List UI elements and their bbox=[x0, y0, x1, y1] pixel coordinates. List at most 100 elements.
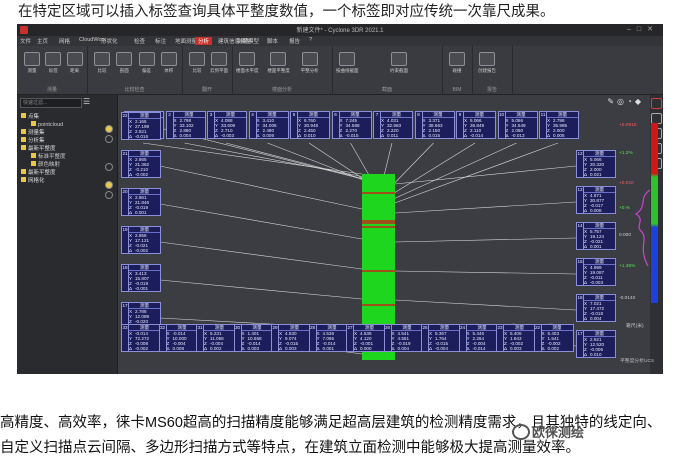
label-index: 26 bbox=[385, 325, 392, 352]
measurement-label[interactable]: 26 测量 X 4.541 Y 4.561 Z -0.019 Δ 0.004 bbox=[383, 324, 424, 353]
measurement-label[interactable]: 2 测量 X 2.798 Y 33.102 Z 2.880 Δ 0.004 bbox=[165, 111, 206, 140]
measurement-label[interactable]: 20 测量 X 2.861 Y 21.846 Z -0.019 Δ 0.001 bbox=[121, 188, 161, 217]
label-index: 4 bbox=[250, 112, 257, 139]
label-value-d: 0.006 bbox=[262, 133, 275, 139]
measurement-label[interactable]: 18 测量 X 3.413 Y 15.807 Z -0.019 Δ -0.001 bbox=[121, 264, 161, 293]
label-value-d: 0.004 bbox=[179, 133, 192, 139]
measurement-label[interactable]: 19 测量 X 2.858 Y 17.121 Z -0.021 Δ -0.002 bbox=[121, 226, 161, 255]
leader-line bbox=[159, 241, 363, 270]
label-index: 22 bbox=[535, 325, 542, 352]
label-index: 8 bbox=[416, 112, 423, 139]
deviation-band bbox=[362, 304, 395, 306]
label-index: 10 bbox=[499, 112, 506, 139]
label-value-d: -0.015 bbox=[345, 133, 359, 139]
measurement-label[interactable]: 7 测量 X 4.031 Y 32.963 Z 2.220 Δ 0.011 bbox=[373, 111, 413, 140]
scale-label: +1.2% bbox=[619, 151, 633, 156]
label-index: 16 bbox=[577, 295, 584, 322]
label-index: 9 bbox=[457, 112, 464, 139]
label-index: 29 bbox=[272, 325, 279, 352]
measurement-label[interactable]: 25 测量 X 5.367 Y 1.764 Z -0.015 Δ -0.004 bbox=[421, 324, 461, 353]
deviation-band bbox=[362, 192, 395, 194]
label-value-d: -0.013 bbox=[511, 133, 525, 139]
measurement-label[interactable]: 8 测量 X 3.371 Y 38.663 Z 2.150 Δ 0.015 bbox=[414, 111, 455, 140]
measurement-label[interactable]: 17 测量 X 2.921 Y 12.520 Z -0.006 Δ 0.010 bbox=[576, 330, 616, 359]
label-value-d: 0.008 bbox=[590, 208, 602, 214]
measurement-label[interactable]: 29 测量 X 4.530 Y 9.074 Z -0.015 Δ 0.003 bbox=[271, 324, 311, 353]
label-index: 27 bbox=[347, 325, 354, 352]
measurement-label[interactable]: 13 测量 X 4.671 Y 30.877 Z -0.017 Δ 0.008 bbox=[576, 186, 616, 215]
label-index: 20 bbox=[122, 189, 129, 216]
label-index: 30 bbox=[235, 325, 242, 352]
label-value-d: -0.001 bbox=[135, 286, 149, 292]
label-value-d: -0.014 bbox=[470, 133, 484, 139]
label-index: 31 bbox=[197, 325, 204, 352]
measurement-label[interactable]: 5 测量 X 6.760 Y 30.948 Z 2.450 Δ 0.010 bbox=[290, 111, 330, 140]
label-index: 13 bbox=[577, 187, 584, 214]
measurement-label[interactable]: 33 测量 X -0.014 Y 72.272 Z -0.008 Δ -0.002 bbox=[121, 324, 161, 353]
measurement-label[interactable]: 32 测量 X -0.014 Y 10.000 Z -0.004 Δ 0.008 bbox=[158, 324, 199, 353]
measurement-label[interactable]: 30 测量 X 1.401 Y 10.658 Z -0.014 Δ 0.003 bbox=[233, 324, 274, 353]
scale-label: +0.0910 bbox=[619, 123, 637, 128]
label-value-d: 0.005 bbox=[553, 133, 565, 139]
measurement-label[interactable]: 22 测量 X 5.403 Y 1.541 Z -0.002 Δ 0.002 bbox=[533, 324, 574, 353]
label-index: 5 bbox=[291, 112, 298, 139]
scale-label: -0.0140 bbox=[619, 296, 636, 301]
label-value-d: 0.003 bbox=[285, 346, 297, 352]
scale-unit-label: 靠尺(米) bbox=[626, 324, 644, 329]
leader-line bbox=[388, 142, 517, 202]
measurement-label[interactable]: 31 测量 X 5.231 Y 11.058 Z -0.004 Δ 0.002 bbox=[196, 324, 236, 353]
label-value-d: 0.000 bbox=[360, 346, 372, 352]
label-index: 33 bbox=[122, 325, 129, 352]
measurement-label[interactable]: 6 测量 X 7.245 Y 34.568 Z 2.270 Δ -0.015 bbox=[331, 111, 372, 140]
label-value-d: 0.001 bbox=[322, 346, 335, 352]
label-value-d: 0.002 bbox=[210, 346, 222, 352]
leader-line bbox=[394, 201, 577, 214]
measurement-label[interactable]: 15 测量 X 4.999 Y 19.087 Z -0.011 Δ -0.003 bbox=[576, 258, 616, 287]
leader-line bbox=[394, 237, 577, 243]
measurement-label[interactable]: 27 测量 X 4.536 Y 4.120 Z -0.001 Δ 0.000 bbox=[346, 324, 386, 353]
label-index: 25 bbox=[422, 325, 429, 352]
label-index: 24 bbox=[460, 325, 467, 352]
label-value-d: -0.003 bbox=[590, 280, 604, 286]
deviation-band bbox=[362, 226, 395, 228]
measurement-label[interactable]: 16 测量 X 7.021 Y 17.472 Z -0.018 Δ 0.004 bbox=[576, 294, 616, 323]
label-index: 32 bbox=[160, 325, 167, 352]
measurement-label[interactable]: 24 测量 X 5.446 Y 2.264 Z -0.004 Δ -0.014 bbox=[458, 324, 499, 353]
label-value-d: 0.004 bbox=[397, 346, 410, 352]
leader-line bbox=[225, 142, 369, 181]
label-value-d: 0.011 bbox=[387, 133, 399, 139]
scale-label: 0.000 bbox=[619, 233, 632, 238]
measurement-label[interactable]: 4 测量 X 3.410 Y 34.006 Z 2.480 Δ 0.006 bbox=[248, 111, 289, 140]
measurement-label[interactable]: 10 测量 X 5.066 Y 34.549 Z 2.060 Δ -0.013 bbox=[497, 111, 538, 140]
leader-line bbox=[394, 270, 577, 275]
measurement-label[interactable]: 12 测量 X 5.066 Y 20.320 Z 2.000 Δ 0.021 bbox=[576, 150, 616, 179]
measurement-label[interactable]: 3 测量 X 4.088 Y 33.609 Z 2.710 Δ -0.003 bbox=[207, 111, 247, 140]
status-ucs: 平整度分析UCS bbox=[620, 359, 655, 364]
label-value-d: -0.003 bbox=[221, 133, 235, 139]
leader-line bbox=[394, 165, 577, 185]
label-index: 11 bbox=[540, 112, 547, 139]
label-value-d: 0.002 bbox=[547, 346, 560, 352]
label-index: 21 bbox=[122, 151, 129, 178]
measurement-label[interactable]: 21 测量 X 2.865 Y 21.362 Z -0.210 Δ -0.002 bbox=[121, 150, 161, 179]
measurement-label[interactable]: 22 测量 X 2.165 Y 27.199 Z 2.521 Δ -0.016 bbox=[121, 112, 161, 141]
deviation-band bbox=[362, 222, 395, 224]
label-value-d: -0.016 bbox=[135, 134, 149, 140]
measurement-label[interactable]: 11 测量 X 2.798 Y 35.985 Z 2.000 Δ 0.005 bbox=[539, 111, 579, 140]
label-index: 22 bbox=[122, 113, 129, 140]
measurement-label[interactable]: 23 测量 X 5.406 Y 1.943 Z -0.002 Δ 0.003 bbox=[496, 324, 536, 353]
measurement-label[interactable]: 14 测量 X 5.757 Y 19.124 Z -0.021 Δ 0.001 bbox=[576, 222, 616, 251]
app-window: 新建文件* - Cyclone 3DR 2021.1 –□✕ 文件 主页 网格 Clo… bbox=[17, 24, 663, 374]
label-value-d: 0.010 bbox=[590, 352, 602, 358]
scale-label: +0.010 bbox=[619, 181, 634, 186]
scale-label: +0.% bbox=[619, 206, 631, 211]
color-scale-bar bbox=[651, 123, 658, 303]
label-value-d: -0.002 bbox=[135, 172, 149, 178]
label-value-d: 0.001 bbox=[135, 210, 147, 216]
label-index: 14 bbox=[577, 223, 584, 250]
leader-line bbox=[391, 142, 559, 205]
deviation-band bbox=[362, 270, 395, 272]
leader-line bbox=[394, 299, 577, 311]
measurement-label[interactable]: 9 测量 X 5.066 Y 36.849 Z 2.110 Δ -0.014 bbox=[456, 111, 496, 140]
measurement-label[interactable]: 28 测量 X 4.536 Y 7.065 Z -0.014 Δ 0.001 bbox=[308, 324, 349, 353]
